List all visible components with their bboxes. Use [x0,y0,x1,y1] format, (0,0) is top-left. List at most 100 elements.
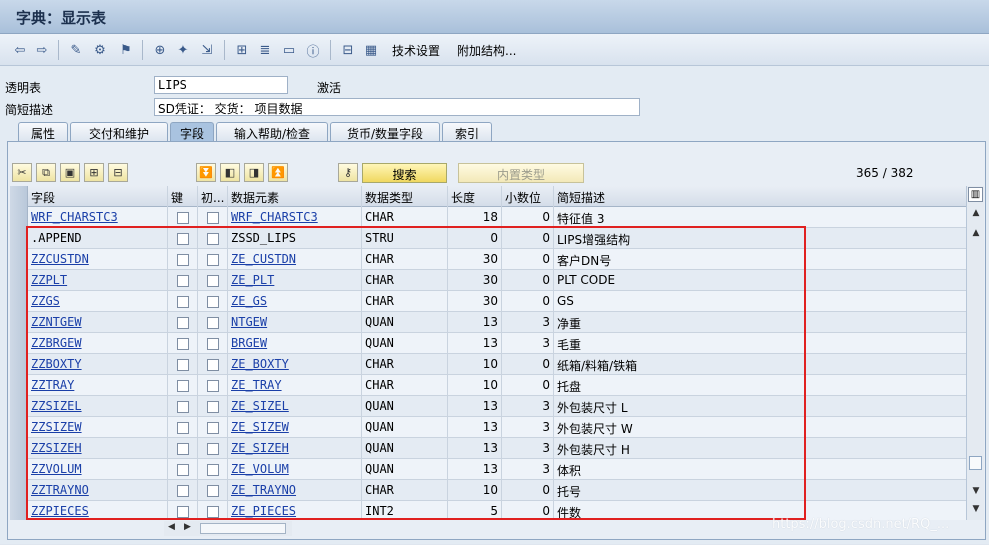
initial-checkbox[interactable] [207,485,219,497]
initial-checkbox[interactable] [207,506,219,518]
table-row[interactable]: ZZPLT ZE_PLT CHAR 30 0 PLT CODE [10,270,966,291]
data-element-cell[interactable]: NTGEW [228,312,362,333]
scroll-up-icon[interactable]: ▲ [970,208,982,220]
initial-checkbox[interactable] [207,443,219,455]
row-selector[interactable] [10,207,28,228]
table-row[interactable]: ZZBOXTY ZE_BOXTY CHAR 10 0 纸箱/料箱/铁箱 [10,354,966,375]
key-checkbox[interactable] [177,485,189,497]
key-checkbox[interactable] [177,233,189,245]
key-checkbox[interactable] [177,401,189,413]
field-name-cell[interactable]: ZZTRAYNO [28,480,168,501]
initial-checkbox[interactable] [207,401,219,413]
row-selector[interactable] [10,501,28,520]
row-selector[interactable] [10,417,28,438]
col-header-data-element[interactable]: 数据元素 [228,186,362,207]
field-name-cell[interactable]: ZZPLT [28,270,168,291]
paste-icon[interactable]: ▣ [60,163,80,182]
search-button[interactable]: 搜索 [362,163,447,183]
row-selector[interactable] [10,354,28,375]
display-change-icon[interactable]: ✎ [66,40,86,60]
table-row[interactable]: ZZBRGEW BRGEW QUAN 13 3 毛重 [10,333,966,354]
row-selector[interactable] [10,375,28,396]
table-row[interactable]: .APPEND ZSSD_LIPS STRU 0 0 LIPS增强结构 [10,228,966,249]
row-selector[interactable] [10,312,28,333]
vertical-scrollbar[interactable]: ▥ ▲ ▲ ▼ ▼ [966,186,984,520]
tab-indexes[interactable]: 索引 [442,122,492,141]
data-element-cell[interactable]: ZE_TRAYNO [228,480,362,501]
scroll-down-icon[interactable]: ▼ [970,504,982,516]
builtin-type-button[interactable]: 内置类型 [458,163,584,183]
where-used-icon[interactable]: ⊕ [150,40,170,60]
append-structure-button[interactable]: 附加结构... [457,42,516,59]
field-name-cell[interactable]: ZZBRGEW [28,333,168,354]
key-checkbox[interactable] [177,296,189,308]
tech-settings-button[interactable]: 技术设置 [392,42,440,59]
key-checkbox[interactable] [177,275,189,287]
row-selector[interactable] [10,438,28,459]
field-name-cell[interactable]: ZZCUSTDN [28,249,168,270]
cut-icon[interactable]: ✂ [12,163,32,182]
field-name-cell[interactable]: ZZSIZEH [28,438,168,459]
scroll-thumb[interactable] [969,456,982,470]
key-checkbox[interactable] [177,212,189,224]
copy-icon[interactable]: ⧉ [36,163,56,182]
short-desc-field[interactable]: SD凭证： 交货： 项目数据 [154,98,640,116]
tab-delivery-maintenance[interactable]: 交付和维护 [70,122,168,141]
initial-checkbox[interactable] [207,275,219,287]
table-row[interactable]: ZZSIZEH ZE_SIZEH QUAN 13 3 外包装尺寸 H [10,438,966,459]
table-name-field[interactable]: LIPS [154,76,288,94]
col-header-short-desc[interactable]: 简短描述 [554,186,966,207]
h-scroll-thumb[interactable] [200,523,286,534]
table-icon[interactable]: ▦ [361,40,381,60]
table-row[interactable]: ZZGS ZE_GS CHAR 30 0 GS [10,291,966,312]
table-row[interactable]: ZZCUSTDN ZE_CUSTDN CHAR 30 0 客户DN号 [10,249,966,270]
scroll-down-icon[interactable]: ▼ [970,486,982,498]
col-header-initial[interactable]: 初... [198,186,228,207]
forward-arrow-icon[interactable]: ⇨ [32,40,52,60]
data-element-cell[interactable]: ZE_PLT [228,270,362,291]
tab-currency-quantity[interactable]: 货币/数量字段 [330,122,440,141]
tab-attributes[interactable]: 属性 [18,122,68,141]
col-header-decimals[interactable]: 小数位 [502,186,554,207]
data-element-cell[interactable]: ZE_SIZEL [228,396,362,417]
field-name-cell[interactable]: ZZBOXTY [28,354,168,375]
col-header-key[interactable]: 键 [168,186,198,207]
key-checkbox[interactable] [177,380,189,392]
field-name-cell[interactable]: ZZNTGEW [28,312,168,333]
data-element-cell[interactable]: ZE_BOXTY [228,354,362,375]
field-name-cell[interactable]: ZZPIECES [28,501,168,520]
data-element-cell[interactable]: BRGEW [228,333,362,354]
table-row[interactable]: ZZNTGEW NTGEW QUAN 13 3 净重 [10,312,966,333]
row-selector[interactable] [10,333,28,354]
first-page-icon[interactable]: ⏬ [196,163,216,182]
navigate-icon[interactable]: ⇲ [197,40,217,60]
row-selector[interactable] [10,396,28,417]
row-selector[interactable] [10,459,28,480]
row-selector[interactable] [10,249,28,270]
delete-row-icon[interactable]: ⊟ [108,163,128,182]
row-selector[interactable] [10,291,28,312]
key-checkbox[interactable] [177,464,189,476]
select-all-cell[interactable] [10,186,28,207]
initial-checkbox[interactable] [207,317,219,329]
col-header-data-type[interactable]: 数据类型 [362,186,448,207]
key-checkbox[interactable] [177,317,189,329]
data-element-cell[interactable]: ZE_CUSTDN [228,249,362,270]
column-config-icon[interactable]: ▥ [968,187,983,202]
last-page-icon[interactable]: ⏫ [268,163,288,182]
field-name-cell[interactable]: WRF_CHARSTC3 [28,207,168,228]
tab-input-help-check[interactable]: 输入帮助/检查 [216,122,328,141]
data-element-cell[interactable]: ZE_SIZEW [228,417,362,438]
magic-wand-icon[interactable]: ✦ [173,40,193,60]
initial-checkbox[interactable] [207,254,219,266]
key-checkbox[interactable] [177,359,189,371]
field-name-cell[interactable]: ZZGS [28,291,168,312]
initial-checkbox[interactable] [207,422,219,434]
prev-page-icon[interactable]: ◧ [220,163,240,182]
table-row[interactable]: ZZTRAY ZE_TRAY CHAR 10 0 托盘 [10,375,966,396]
initial-checkbox[interactable] [207,338,219,350]
other-object-icon[interactable]: ⚙ [90,40,110,60]
horizontal-scrollbar[interactable]: ◀ ▶ [164,521,292,536]
stack-icon[interactable]: ≣ [255,40,275,60]
row-selector[interactable] [10,270,28,291]
